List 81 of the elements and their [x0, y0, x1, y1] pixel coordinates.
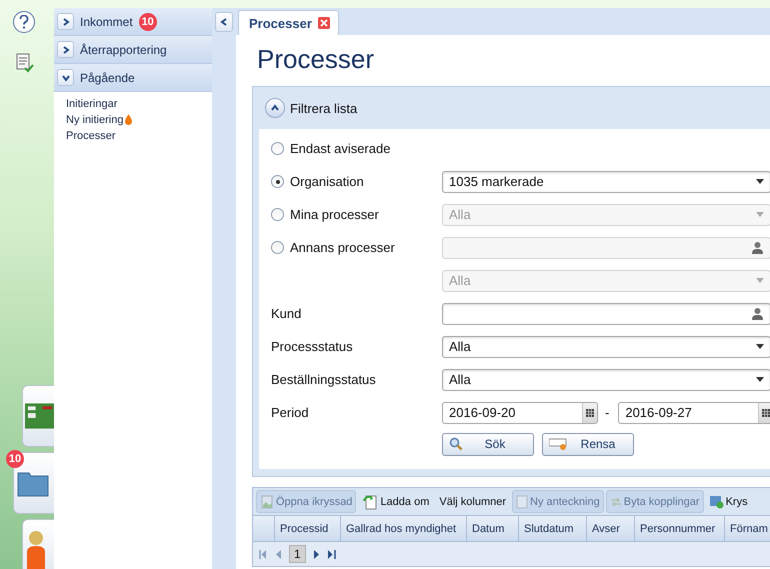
previous-page-icon[interactable]: [275, 550, 281, 558]
column-header[interactable]: Processid: [275, 516, 341, 541]
chevron-icon: [62, 46, 70, 54]
caret-icon: [756, 377, 764, 382]
help-icon[interactable]: [13, 11, 35, 33]
person-icon: [751, 241, 764, 254]
close-icon[interactable]: [318, 17, 330, 29]
clear-button[interactable]: Rensa: [542, 432, 634, 456]
column-header[interactable]: Avser: [587, 516, 635, 541]
checklist-icon[interactable]: [16, 53, 34, 73]
field-label: Processstatus: [271, 339, 353, 354]
note-icon: [516, 494, 528, 508]
radio-button[interactable]: [271, 241, 284, 254]
app-tile[interactable]: [22, 385, 54, 447]
search-icon: [449, 437, 463, 451]
dropdown[interactable]: 1035 markerade: [442, 170, 770, 192]
chevron-icon: [62, 18, 70, 26]
radio-button[interactable]: [271, 208, 284, 221]
dropdown[interactable]: Alla: [442, 368, 770, 390]
expand-toggle[interactable]: [57, 41, 74, 58]
dropdown[interactable]: Alla: [442, 336, 770, 358]
radio-option[interactable]: Mina processer: [271, 207, 442, 222]
chevron-icon: [62, 74, 70, 82]
app-tile[interactable]: [22, 519, 54, 569]
search-button[interactable]: Sök: [442, 432, 534, 456]
person-icon: [751, 307, 764, 320]
caret-icon: [756, 212, 764, 217]
column-header[interactable]: Gallrad hos myndighet: [341, 516, 467, 541]
calendar-icon: [586, 408, 594, 416]
toolbar-button[interactable]: Ladda om: [358, 490, 434, 513]
chevron-icon: [220, 18, 228, 26]
caret-icon: [756, 278, 764, 283]
calendar-icon: [762, 408, 770, 416]
board-icon: [25, 401, 54, 431]
field-label: Beställningsstatus: [271, 372, 376, 387]
count-badge: 10: [6, 450, 24, 468]
last-page-icon[interactable]: [328, 550, 336, 558]
nav-section-header[interactable]: Återrapportering: [54, 36, 212, 64]
nav-link[interactable]: Processer: [66, 130, 116, 142]
nav-link[interactable]: Ny initiering: [66, 114, 124, 126]
field-label: Period: [271, 405, 309, 420]
nav-section-header[interactable]: Inkommet 10: [54, 8, 212, 36]
radio-option[interactable]: Endast aviserade: [271, 141, 442, 156]
tab[interactable]: Processer: [238, 10, 339, 35]
panel-title: Filtrera lista: [290, 100, 358, 116]
reload-icon: [362, 494, 378, 510]
collapse-button[interactable]: [215, 12, 233, 32]
document-icon: [260, 494, 274, 508]
column-header[interactable]: Slutdatum: [519, 516, 587, 541]
column-header[interactable]: Förnam: [725, 516, 770, 541]
toolbar-button[interactable]: Krys: [706, 490, 752, 513]
collapse-toggle[interactable]: [265, 98, 285, 118]
page-title: Processer: [257, 43, 376, 75]
radio-button[interactable]: [271, 142, 284, 155]
next-page-icon[interactable]: [314, 550, 320, 558]
first-page-icon[interactable]: [259, 550, 267, 558]
section-title: Pågående: [80, 70, 135, 84]
range-separator: -: [605, 405, 610, 420]
radio-option[interactable]: Annans processer: [271, 240, 442, 255]
nav-section-header[interactable]: Pågående: [54, 64, 212, 92]
lookup-field[interactable]: [442, 302, 770, 324]
caret-icon: [756, 344, 764, 349]
field-label: Kund: [271, 306, 302, 321]
date-field[interactable]: 2016-09-20: [442, 402, 598, 424]
column-header[interactable]: Datum: [467, 516, 519, 541]
person-icon: [25, 530, 47, 569]
column-header[interactable]: Personnummer: [635, 516, 725, 541]
add-icon: [710, 494, 724, 508]
expand-toggle[interactable]: [57, 69, 74, 86]
radio-option[interactable]: Organisation: [271, 174, 442, 189]
expand-toggle[interactable]: [57, 13, 74, 30]
section-title: Återrapportering: [80, 42, 167, 56]
section-title: Inkommet: [80, 14, 133, 28]
caret-icon: [756, 179, 764, 184]
toolbar-button[interactable]: Välj kolumner: [435, 490, 510, 513]
nav-link[interactable]: Initieringar: [66, 98, 118, 110]
radio-button[interactable]: [271, 175, 284, 188]
date-field[interactable]: 2016-09-27: [618, 402, 770, 424]
page-number[interactable]: 1: [289, 545, 306, 563]
count-badge: 10: [138, 12, 157, 30]
chevron-icon: [271, 104, 279, 112]
